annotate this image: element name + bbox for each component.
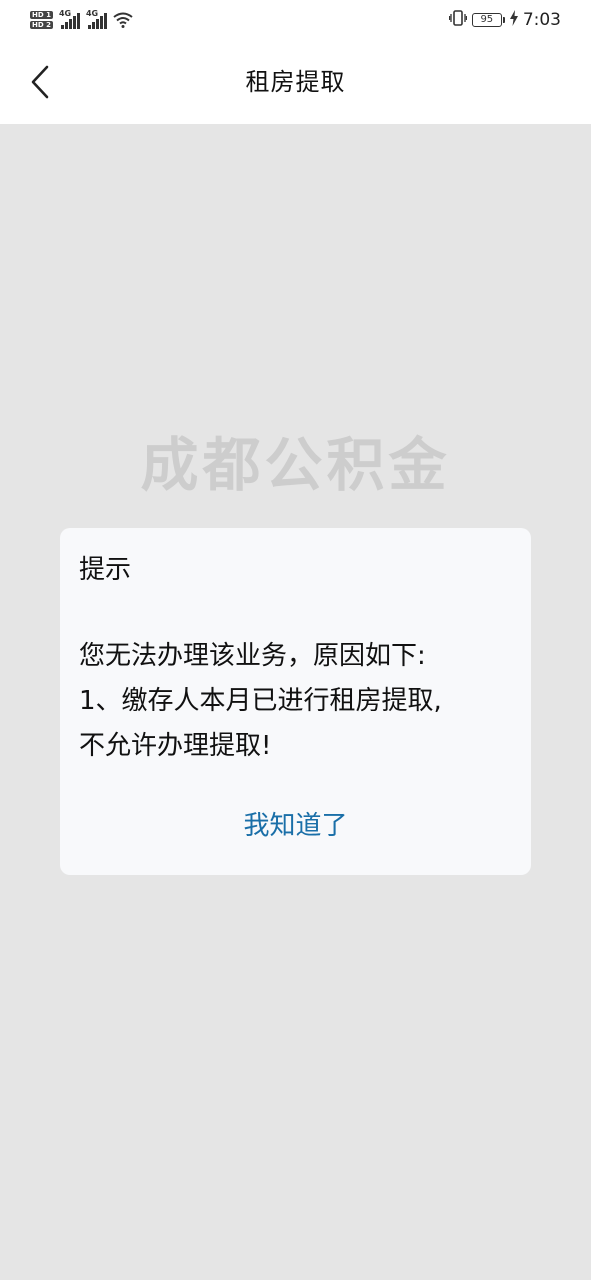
dialog-title: 提示 [79,555,132,585]
sim2-tag: HD 2 [30,21,53,29]
signal-sim1-icon: 4G [58,9,80,29]
status-right-group: 95 7:03 [448,8,561,32]
sim-indicators: HD 1 HD 2 [30,11,53,29]
sim1-tag: HD 1 [30,11,53,19]
network-type-1: 4G [58,9,72,18]
dialog-message-line: 您无法办理该业务，原因如下: [79,641,426,671]
back-button[interactable] [20,60,60,104]
status-left-group: HD 1 HD 2 4G 4G [30,8,133,32]
battery-level: 95 [480,14,494,25]
vibrate-icon [448,10,467,30]
chevron-left-icon [31,65,49,99]
status-time: 7:03 [522,10,561,30]
page-title: 租房提取 [245,68,346,96]
charging-icon [509,10,518,30]
dialog-message: 您无法办理该业务，原因如下: 1、缴存人本月已进行租房提取, 不允许办理提取! [79,634,519,769]
dialog-message-line: 不允许办理提取! [79,731,272,761]
watermark-logo: 成都公积金 [140,431,451,499]
dialog-message-line: 1、缴存人本月已进行租房提取, [79,686,442,716]
confirm-button[interactable]: 我知道了 [60,808,531,844]
nav-bar: 租房提取 [0,40,591,124]
wifi-icon [113,12,133,28]
status-bar: HD 1 HD 2 4G 4G 95 7:03 [0,0,591,40]
network-type-2: 4G [85,9,99,18]
alert-dialog: 提示 您无法办理该业务，原因如下: 1、缴存人本月已进行租房提取, 不允许办理提… [60,528,531,875]
battery-icon: 95 [471,13,505,27]
signal-sim2-icon: 4G [85,9,107,29]
